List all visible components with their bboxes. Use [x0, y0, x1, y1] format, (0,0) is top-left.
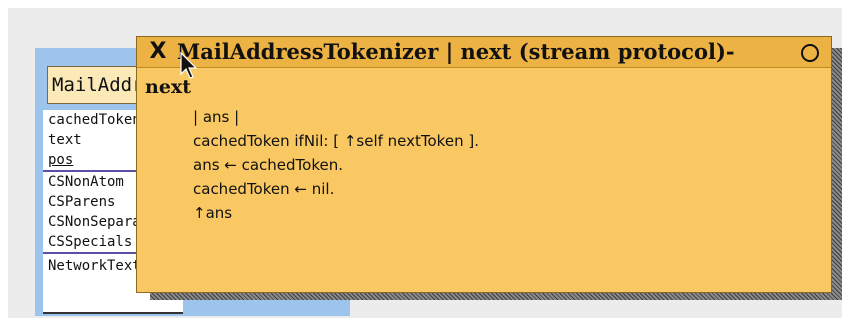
code-line: | ans |: [193, 108, 240, 126]
desktop: MailAddressTokenizer cachedToken text po…: [8, 8, 842, 318]
code-line: cachedToken ← nil.: [193, 180, 335, 198]
window-title: MailAddressTokenizer | next (stream prot…: [177, 39, 735, 64]
list-divider: [43, 312, 183, 314]
method-selector: next: [145, 76, 192, 98]
code-line: ↑ans: [193, 204, 233, 222]
mouse-pointer-icon: [180, 52, 198, 79]
code-line: ans ← cachedToken.: [193, 156, 344, 174]
code-line: cachedToken ifNil: [ ↑self nextToken ].: [193, 132, 479, 150]
method-editor-window[interactable]: X MailAddressTokenizer | next (stream pr…: [136, 36, 832, 293]
close-button[interactable]: X: [145, 39, 171, 65]
window-titlebar[interactable]: X MailAddressTokenizer | next (stream pr…: [137, 37, 831, 68]
code-pane[interactable]: next | ans | cachedToken ifNil: [ ↑self …: [143, 73, 823, 283]
collapse-button[interactable]: [801, 44, 819, 62]
